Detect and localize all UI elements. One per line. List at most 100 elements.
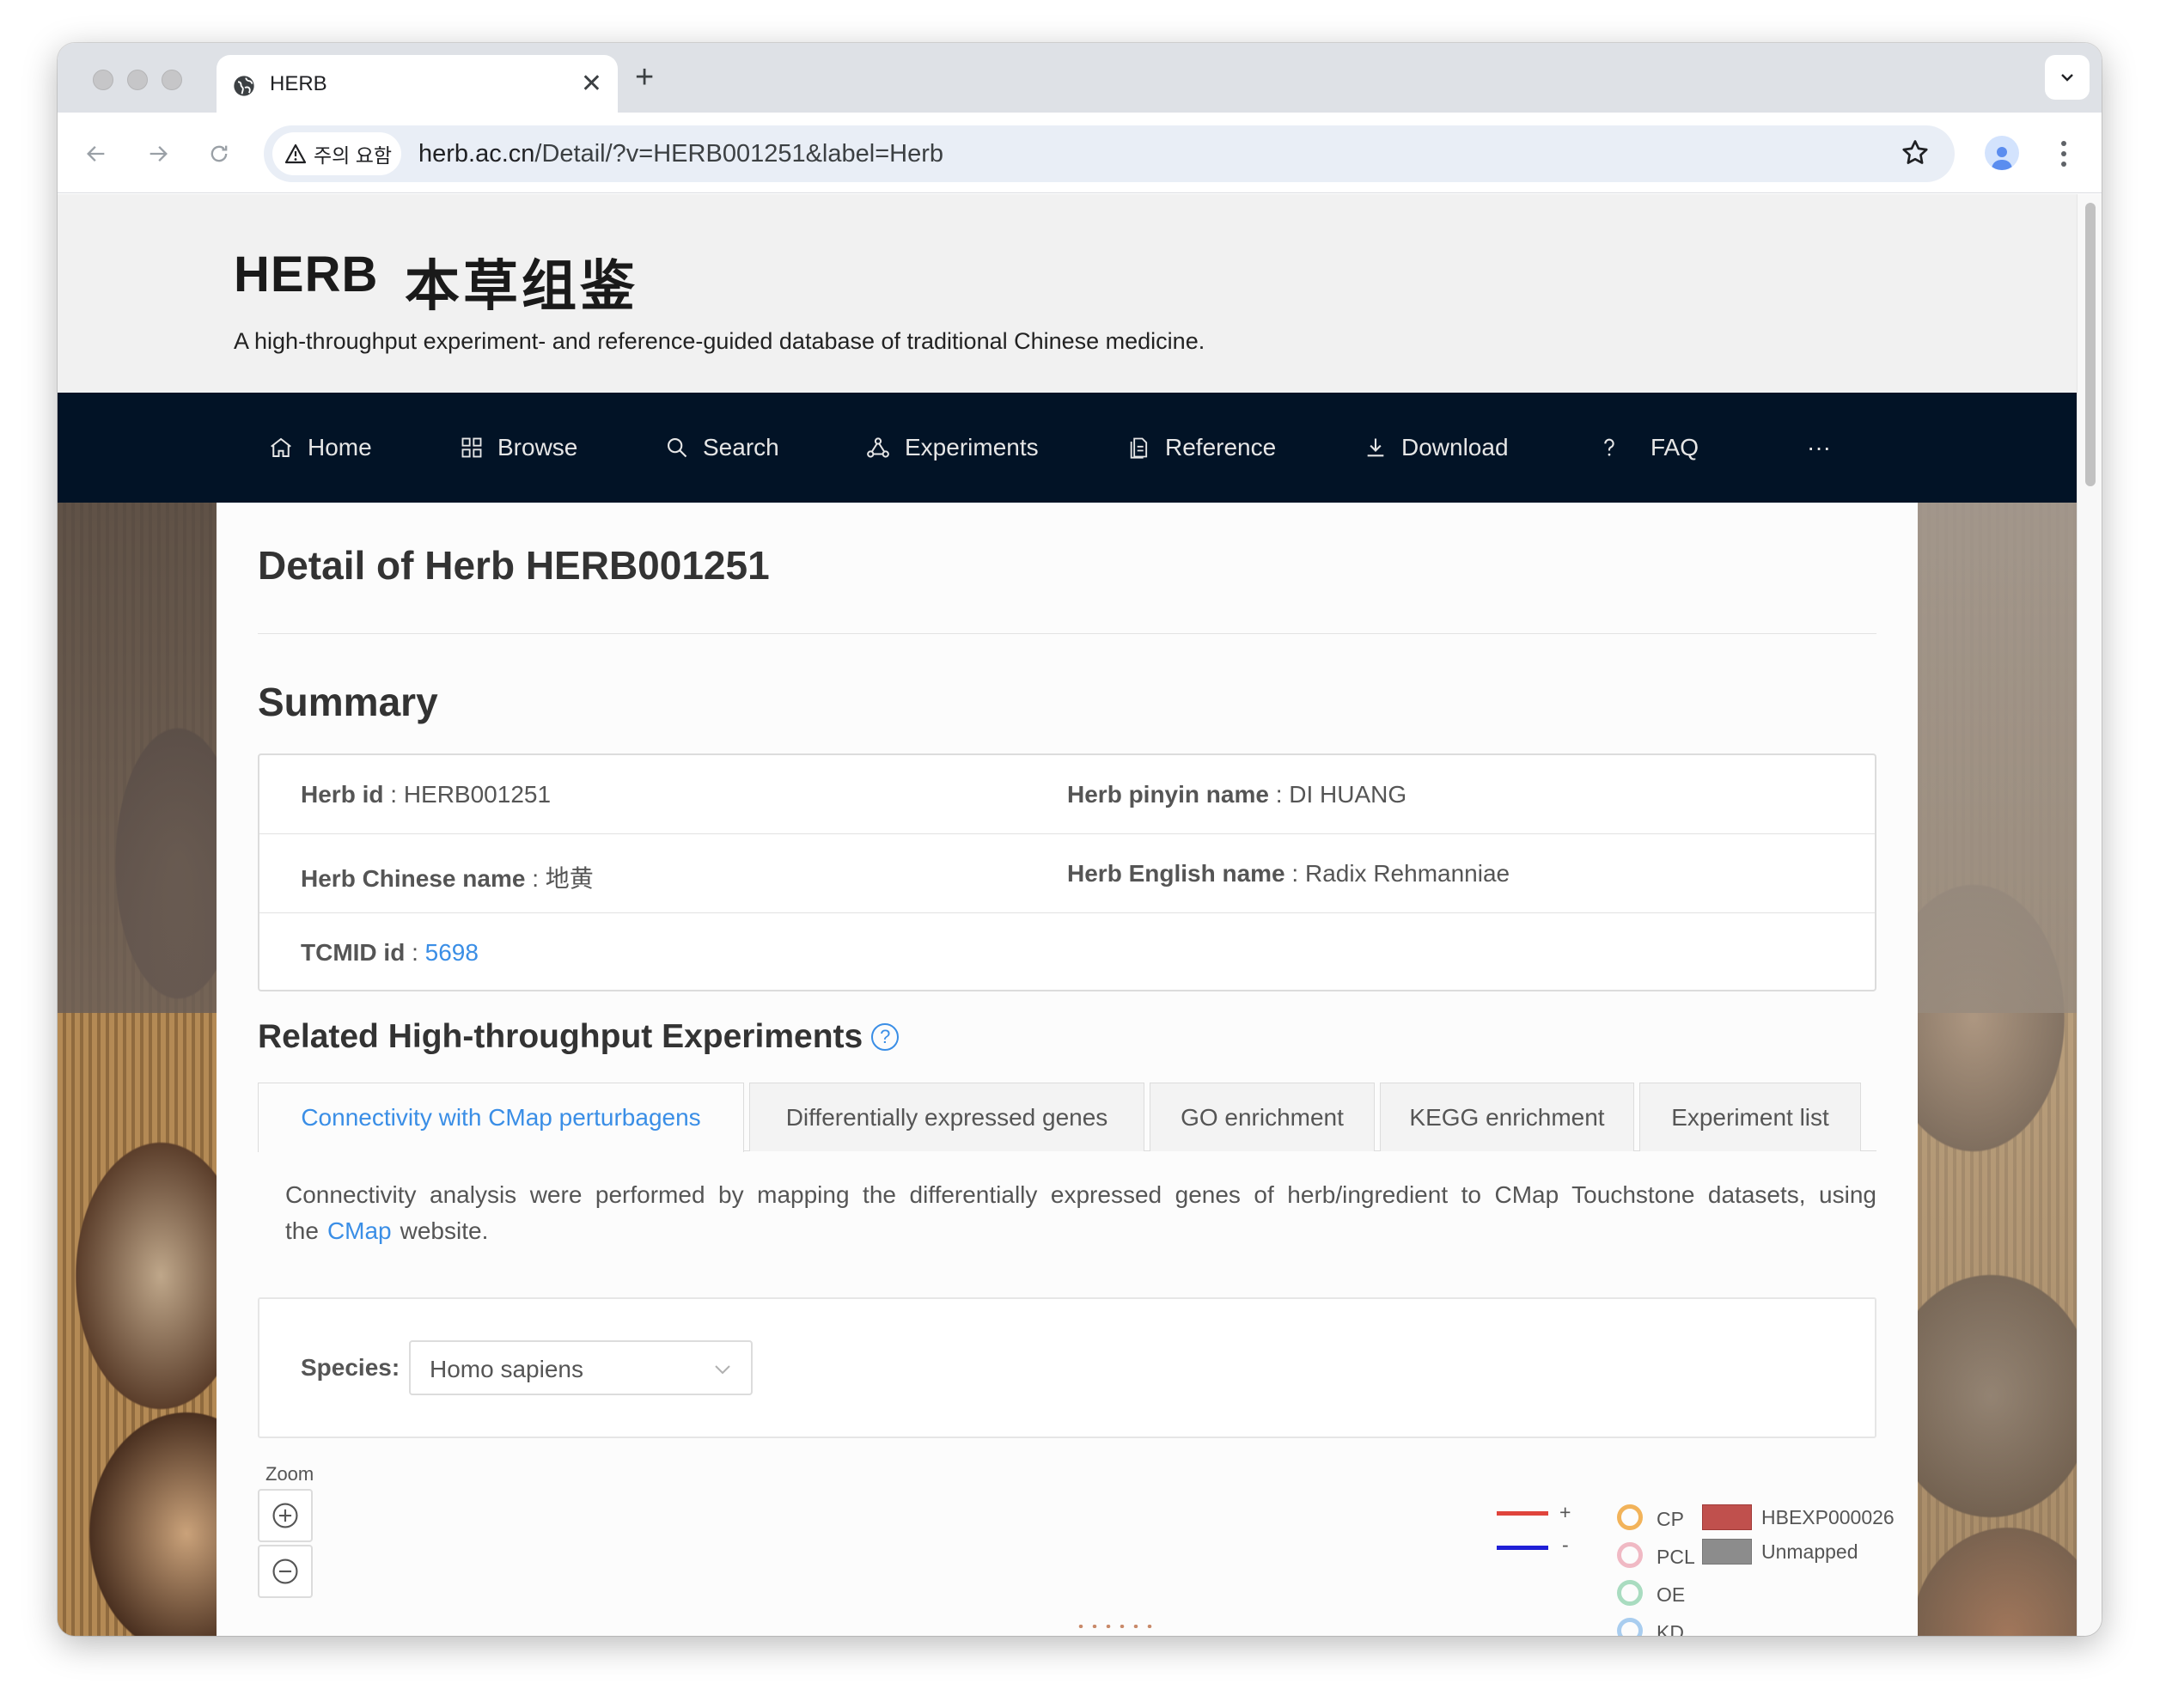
address-bar[interactable]: 주의 요함 herb.ac.cn/Detail/?v=HERB001251&la… [264,125,1955,182]
separator: : [1291,860,1299,887]
reload-icon [211,145,228,162]
question-icon [1604,438,1614,456]
legend-swatch-unmapped [1702,1539,1752,1565]
nav-reference[interactable]: Reference [1127,393,1276,503]
nav-more-button[interactable]: ··· [1807,393,1831,503]
legend-unmapped-label: Unmapped [1761,1540,1858,1563]
legend-ring-oe [1617,1580,1643,1606]
tab-deg[interactable]: Differentially expressed genes [749,1083,1144,1151]
nav-browse[interactable]: Browse [460,393,577,503]
title-divider [258,633,1876,634]
close-window-button[interactable] [93,70,113,90]
reload-button[interactable] [202,137,236,171]
bookmark-star-button[interactable] [1900,137,1931,173]
help-circle-icon[interactable]: ? [871,1023,900,1051]
search-icon [668,438,687,458]
page-scrollbar[interactable] [2077,194,2102,1636]
legend-kd-label: KD [1657,1621,1684,1636]
legend-ring-kd [1617,1618,1643,1636]
browser-menu-button[interactable] [2047,137,2081,171]
site-header: HERB 本草组鉴 A high-throughput experiment- … [58,194,2077,393]
summary-table: Herb id : HERB001251 Herb pinyin name : … [258,753,1876,991]
site-logo-chinese: 本草组鉴 [405,254,638,319]
close-tab-icon[interactable]: ✕ [581,67,602,101]
main-navbar: Home Browse Search Experiments Reference… [58,393,2077,503]
nav-search[interactable]: Search [665,393,779,503]
security-warning-chip[interactable]: 주의 요함 [272,132,401,175]
zoom-in-button[interactable] [258,1489,313,1542]
home-icon [271,437,291,457]
nav-home-label: Home [308,434,372,461]
url-host: herb.ac.cn [418,140,535,168]
zoom-out-icon [272,1559,298,1584]
english-name-value: Radix Rehmanniae [1304,860,1510,887]
new-tab-button[interactable]: + [635,58,654,96]
star-icon [1902,140,1928,164]
content-panel: Detail of Herb HERB001251 Summary Herb i… [217,503,1918,1636]
separator: : [390,781,398,808]
minimize-window-button[interactable] [127,70,148,90]
zoom-out-button[interactable] [258,1545,313,1598]
separator: : [412,939,418,966]
scrollbar-thumb[interactable] [2085,203,2096,486]
tab-strip: HERB ✕ + [58,43,2102,113]
tab-search-button[interactable] [2045,55,2090,100]
nav-browse-label: Browse [497,434,578,461]
nav-faq[interactable]: FAQ [1597,393,1699,503]
description-text-end: website. [400,1217,489,1244]
tab-kegg-enrichment[interactable]: KEGG enrichment [1380,1083,1634,1151]
species-filter-box: Species: Homo sapiens [258,1297,1876,1438]
cmap-link[interactable]: CMap [327,1217,392,1244]
species-selected-value: Homo sapiens [430,1356,583,1382]
species-select[interactable]: Homo sapiens [409,1340,753,1395]
separator: : [1275,781,1283,808]
tab-experiment-list[interactable]: Experiment list [1639,1083,1861,1151]
summary-row: TCMID id : 5698 [259,913,1875,992]
tcmid-link[interactable]: 5698 [425,939,479,966]
person-icon [1992,147,2012,170]
description-text: Connectivity analysis were performed by … [285,1181,1876,1244]
profile-avatar[interactable] [1985,136,2019,170]
nav-faq-label: FAQ [1651,434,1699,461]
chinese-name-value: 地黄 [545,865,594,892]
url-text[interactable]: herb.ac.cn/Detail/?v=HERB001251&label=He… [418,140,943,168]
chevron-down-icon [715,1365,730,1375]
browser-tab[interactable]: HERB ✕ [217,55,618,113]
legend-ring-cp [1617,1504,1643,1530]
nav-experiments[interactable]: Experiments [865,393,1039,503]
legend-cp-label: CP [1657,1508,1684,1530]
network-icon [867,437,889,458]
back-button[interactable] [79,137,113,171]
tab-go-enrichment[interactable]: GO enrichment [1150,1083,1375,1151]
security-warning-label: 주의 요함 [314,144,393,167]
nav-download-label: Download [1401,434,1509,461]
herb-id-cell: Herb id : HERB001251 [301,781,551,808]
summary-row: Herb id : HERB001251 Herb pinyin name : … [259,755,1875,834]
site-tagline: A high-throughput experiment- and refere… [234,328,1205,354]
arrow-right-icon [149,146,168,162]
globe-icon [234,76,254,96]
pinyin-value: DI HUANG [1289,781,1407,808]
species-label: Species: [301,1354,400,1381]
arrow-left-icon [87,146,105,162]
chinese-name-cell: Herb Chinese name : 地黄 [301,860,594,894]
site-logo[interactable]: HERB [234,246,378,303]
related-experiments-heading: Related High-throughput Experiments ? [258,1018,900,1056]
chinese-name-label: Herb Chinese name [301,865,526,892]
pinyin-cell: Herb pinyin name : DI HUANG [1067,781,1406,808]
browser-window: HERB ✕ + 주의 요함 herb.ac.cn/Detail/?v=HERB… [58,43,2102,1636]
herb-id-label: Herb id [301,781,384,808]
maximize-window-button[interactable] [162,70,182,90]
legend-ring-pcl [1617,1542,1643,1568]
cmap-description: Connectivity analysis were performed by … [285,1177,1876,1249]
related-experiments-title: Related High-throughput Experiments [258,1018,863,1055]
legend-hbexp-label: HBEXP000026 [1761,1506,1895,1528]
tab-title: HERB [270,72,327,95]
nav-home[interactable]: Home [268,393,372,503]
positive-connectivity-line [1497,1511,1548,1516]
network-graph-edge [1074,1625,1156,1628]
legend-plus-label: + [1559,1501,1571,1523]
nav-download[interactable]: Download [1364,393,1509,503]
tab-cmap-connectivity[interactable]: Connectivity with CMap perturbagens [258,1083,744,1152]
forward-button[interactable] [141,137,175,171]
